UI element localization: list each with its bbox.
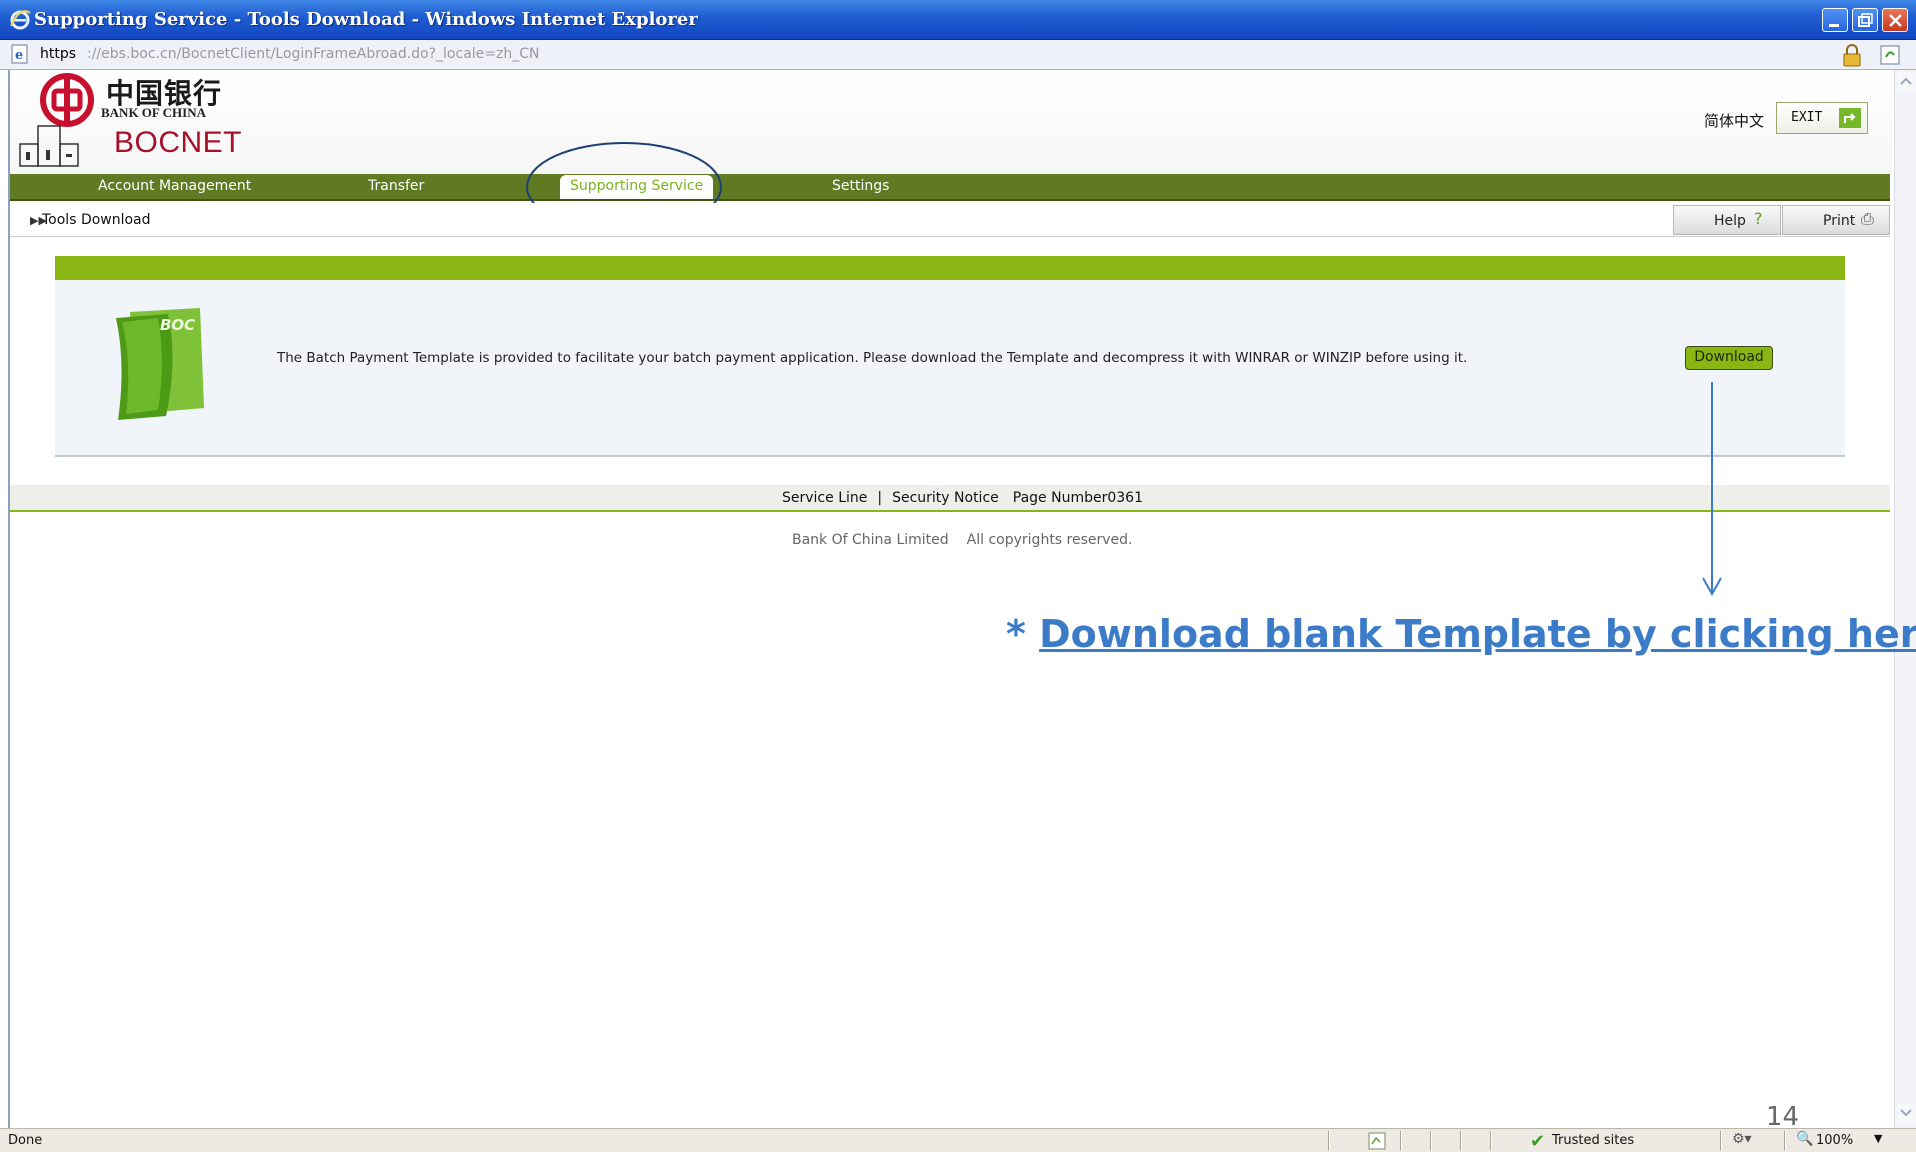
- print-button[interactable]: Print ⎙: [1782, 205, 1890, 235]
- site-header: 中国银行 BANK OF CHINA BOCNET 简体中文 EXIT: [10, 70, 1892, 174]
- security-notice-link[interactable]: Security Notice: [892, 490, 999, 506]
- vertical-scrollbar[interactable]: [1894, 70, 1916, 1128]
- minimize-button[interactable]: [1822, 8, 1848, 32]
- status-divider: [1460, 1131, 1462, 1151]
- footer-links: Service Line | Security Notice Page Number0…: [782, 490, 1143, 506]
- url-scheme[interactable]: https: [40, 46, 76, 62]
- lock-icon[interactable]: [1841, 43, 1863, 67]
- tools-download-panel: BOC The Batch Payment Template is provid…: [55, 280, 1845, 457]
- breadcrumb-bar: ▶▶ Tools Download Help ? Print ⎙: [10, 203, 1890, 237]
- ie-page-icon: e: [11, 44, 28, 64]
- question-icon: ?: [1754, 209, 1763, 228]
- exit-label: EXIT: [1791, 110, 1823, 125]
- restore-button[interactable]: [1852, 8, 1878, 32]
- address-bar: e https ://ebs.boc.cn/BocnetClient/Login…: [0, 40, 1916, 70]
- status-divider: [1720, 1131, 1722, 1151]
- template-description: The Batch Payment Template is provided t…: [277, 350, 1468, 366]
- status-bar: Done ✔ Trusted sites ⚙▾ 🔍 100% ▼: [0, 1128, 1916, 1152]
- exit-button[interactable]: EXIT: [1776, 102, 1868, 134]
- breadcrumb-current: Tools Download: [42, 212, 151, 228]
- logo-english-name: BANK OF CHINA: [101, 105, 206, 120]
- folder-icon-label: BOC: [160, 316, 195, 334]
- status-divider: [1430, 1131, 1432, 1151]
- print-label: Print: [1823, 213, 1856, 229]
- nav-transfer[interactable]: Transfer: [368, 178, 424, 194]
- status-divider: [1784, 1131, 1786, 1151]
- building-icon: [19, 125, 79, 167]
- nav-account-management[interactable]: Account Management: [98, 178, 251, 194]
- scroll-up-button[interactable]: [1897, 72, 1915, 90]
- close-icon: [1889, 14, 1902, 27]
- section-header-band: [55, 256, 1845, 280]
- bocnet-brand: BOCNET: [114, 126, 243, 159]
- exit-arrow-icon: [1839, 108, 1861, 128]
- chevron-down-icon: [1900, 1109, 1912, 1117]
- main-nav: Account Management Transfer Supporting S…: [10, 174, 1890, 201]
- scroll-down-button[interactable]: [1897, 1104, 1915, 1122]
- status-divider: [1400, 1131, 1402, 1151]
- download-button[interactable]: Download: [1685, 346, 1773, 370]
- help-label: Help: [1714, 213, 1746, 229]
- zoom-dropdown-icon[interactable]: ▼: [1874, 1132, 1882, 1145]
- minimize-icon: [1829, 24, 1839, 27]
- zoom-icon: 🔍: [1796, 1131, 1814, 1147]
- copyright-text: All copyrights reserved.: [966, 532, 1133, 548]
- service-line-link[interactable]: Service Line: [782, 490, 867, 506]
- annotation-arrow: [1702, 382, 1722, 597]
- checkmark-icon: ✔: [1530, 1131, 1546, 1152]
- chevron-up-icon: [1900, 77, 1912, 85]
- bank-of-china-logo-icon: [40, 73, 94, 127]
- status-text: Done: [8, 1133, 43, 1148]
- footer-separator: |: [877, 490, 883, 506]
- company-name: Bank Of China Limited: [792, 532, 949, 548]
- internet-explorer-icon: [10, 10, 31, 30]
- security-zone[interactable]: Trusted sites: [1552, 1133, 1634, 1148]
- page-status-icon[interactable]: [1366, 1131, 1388, 1151]
- refresh-page-icon[interactable]: [1878, 43, 1902, 67]
- footer-bar: Service Line | Security Notice Page Number0…: [10, 485, 1890, 512]
- annotation-callout: * Download blank Template by clicking he…: [1006, 612, 1916, 656]
- page-number-text: Page Number0361: [1012, 490, 1143, 506]
- restore-icon: [1858, 13, 1873, 27]
- close-button[interactable]: [1882, 8, 1908, 32]
- window-titlebar: Supporting Service - Tools Download - Wi…: [0, 0, 1916, 40]
- status-divider: [1490, 1131, 1492, 1151]
- boc-folder-icon: BOC: [116, 308, 204, 420]
- annotation-link[interactable]: Download blank Template by clicking here…: [1039, 612, 1916, 656]
- url-text[interactable]: ://ebs.boc.cn/BocnetClient/LoginFrameAbr…: [87, 46, 539, 62]
- help-button[interactable]: Help ?: [1673, 205, 1781, 235]
- annotation-asterisk: *: [1006, 612, 1026, 656]
- protected-mode-icon[interactable]: ⚙▾: [1732, 1131, 1752, 1147]
- status-divider: [1328, 1131, 1330, 1151]
- window-title: Supporting Service - Tools Download - Wi…: [34, 9, 698, 30]
- printer-icon: ⎙: [1861, 209, 1874, 228]
- svg-text:e: e: [15, 48, 23, 63]
- zoom-level[interactable]: 100%: [1816, 1133, 1853, 1148]
- copyright-line: Bank Of China Limited All copyrights rese…: [792, 532, 1133, 548]
- language-link[interactable]: 简体中文: [1704, 110, 1764, 131]
- nav-settings[interactable]: Settings: [832, 178, 889, 194]
